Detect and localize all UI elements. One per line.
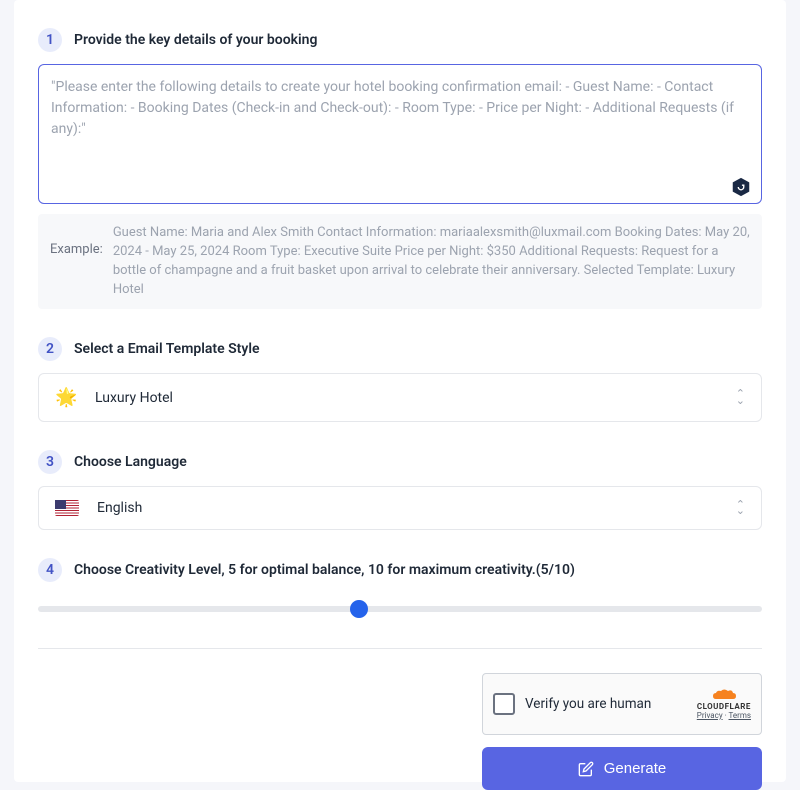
creativity-slider[interactable]	[38, 606, 762, 612]
step-4-header: 4 Choose Creativity Level, 5 for optimal…	[38, 558, 762, 582]
step-4-title: Choose Creativity Level, 5 for optimal b…	[74, 562, 575, 578]
language-value: English	[97, 500, 718, 516]
cloudflare-logo: CLOUDFLARE Privacy · Terms	[697, 689, 751, 720]
example-row: Example: Guest Name: Maria and Alex Smit…	[38, 214, 762, 309]
edit-icon	[578, 761, 594, 777]
sparkle-icon: 🌟	[55, 387, 77, 408]
grammarly-icon[interactable]	[730, 176, 752, 198]
step-number-2: 2	[38, 337, 62, 361]
example-text: Guest Name: Maria and Alex Smith Contact…	[113, 224, 750, 299]
language-select[interactable]: English ⌃⌄	[38, 486, 762, 530]
step-3-header: 3 Choose Language	[38, 450, 762, 474]
us-flag-icon	[55, 500, 79, 516]
template-style-value: Luxury Hotel	[95, 390, 718, 406]
generate-label: Generate	[604, 760, 667, 777]
step-number-3: 3	[38, 450, 62, 474]
step-1-header: 1 Provide the key details of your bookin…	[38, 28, 762, 52]
step-2-title: Select a Email Template Style	[74, 341, 260, 357]
captcha-text: Verify you are human	[525, 696, 687, 712]
slider-thumb[interactable]	[350, 600, 368, 618]
chevron-updown-icon: ⌃⌄	[736, 391, 745, 404]
step-1-title: Provide the key details of your booking	[74, 32, 317, 48]
booking-details-input[interactable]	[38, 64, 762, 204]
step-number-1: 1	[38, 28, 62, 52]
captcha-widget[interactable]: Verify you are human CLOUDFLARE Privacy …	[482, 673, 762, 735]
step-number-4: 4	[38, 558, 62, 582]
step-3-title: Choose Language	[74, 454, 187, 470]
generate-button[interactable]: Generate	[482, 747, 762, 790]
template-style-select[interactable]: 🌟 Luxury Hotel ⌃⌄	[38, 373, 762, 422]
example-label: Example:	[50, 224, 103, 299]
step-2-header: 2 Select a Email Template Style	[38, 337, 762, 361]
chevron-updown-icon: ⌃⌄	[736, 502, 745, 515]
cloud-icon	[710, 689, 738, 701]
captcha-checkbox[interactable]	[493, 693, 515, 715]
divider	[38, 648, 762, 649]
